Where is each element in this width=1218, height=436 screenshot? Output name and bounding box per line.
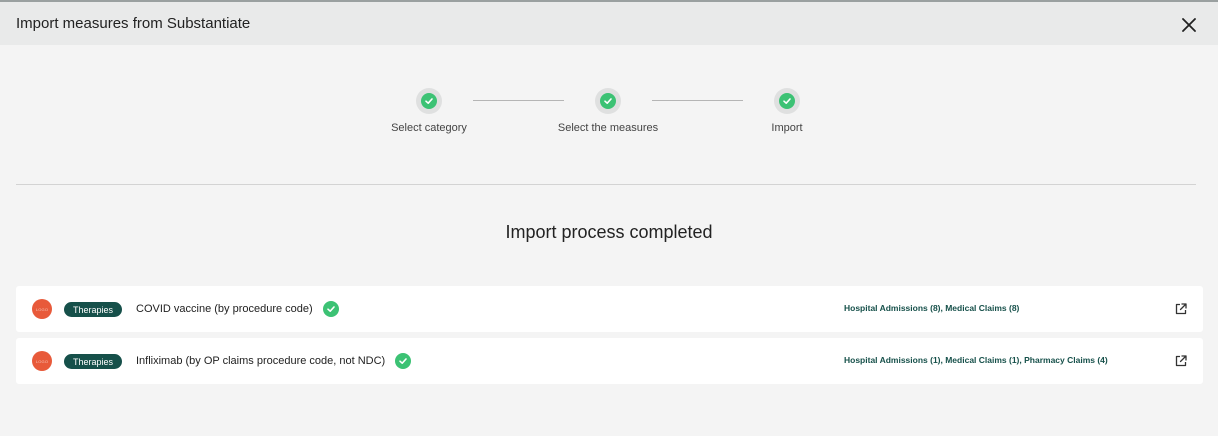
step-select-measures: Select the measures: [548, 88, 668, 134]
import-stepper: Select category Select the measures Impo…: [0, 88, 1218, 148]
step-label: Select the measures: [557, 122, 659, 134]
step-indicator: [774, 88, 800, 114]
check-icon: [779, 93, 795, 109]
step-indicator: [416, 88, 442, 114]
measure-sources: Hospital Admissions (8), Medical Claims …: [844, 303, 1020, 313]
result-title: Import process completed: [505, 222, 713, 242]
measure-row: LOGO Therapies Infliximab (by OP claims …: [16, 338, 1203, 384]
section-divider: [16, 184, 1196, 185]
category-badge: Therapies: [64, 354, 123, 369]
measure-name-wrap: Infliximab (by OP claims procedure code,…: [136, 353, 412, 369]
step-import: Import: [727, 88, 847, 134]
step-label: Import: [771, 122, 803, 134]
close-button[interactable]: [1176, 13, 1202, 37]
measure-name: Infliximab (by OP claims procedure code,…: [136, 355, 386, 367]
check-icon: [421, 93, 437, 109]
measure-name-wrap: COVID vaccine (by procedure code): [136, 301, 339, 317]
modal-title: Import measures from Substantiate: [16, 15, 251, 32]
measure-logo: LOGO: [32, 299, 52, 319]
check-circle-icon: [322, 301, 339, 317]
check-circle-icon: [395, 353, 412, 369]
step-label: Select category: [391, 122, 467, 134]
measure-name: COVID vaccine (by procedure code): [136, 303, 313, 315]
measure-sources: Hospital Admissions (1), Medical Claims …: [844, 355, 1108, 365]
open-external-button[interactable]: [1173, 353, 1189, 369]
step-indicator: [595, 88, 621, 114]
measure-row: LOGO Therapies COVID vaccine (by procedu…: [16, 286, 1203, 332]
open-external-button[interactable]: [1173, 301, 1189, 317]
external-link-icon: [1175, 355, 1187, 367]
modal-header: Import measures from Substantiate: [0, 2, 1218, 45]
external-link-icon: [1175, 303, 1187, 315]
step-select-category: Select category: [369, 88, 489, 134]
check-icon: [600, 93, 616, 109]
close-icon: [1182, 18, 1196, 32]
measure-logo: LOGO: [32, 351, 52, 371]
category-badge: Therapies: [64, 302, 123, 317]
